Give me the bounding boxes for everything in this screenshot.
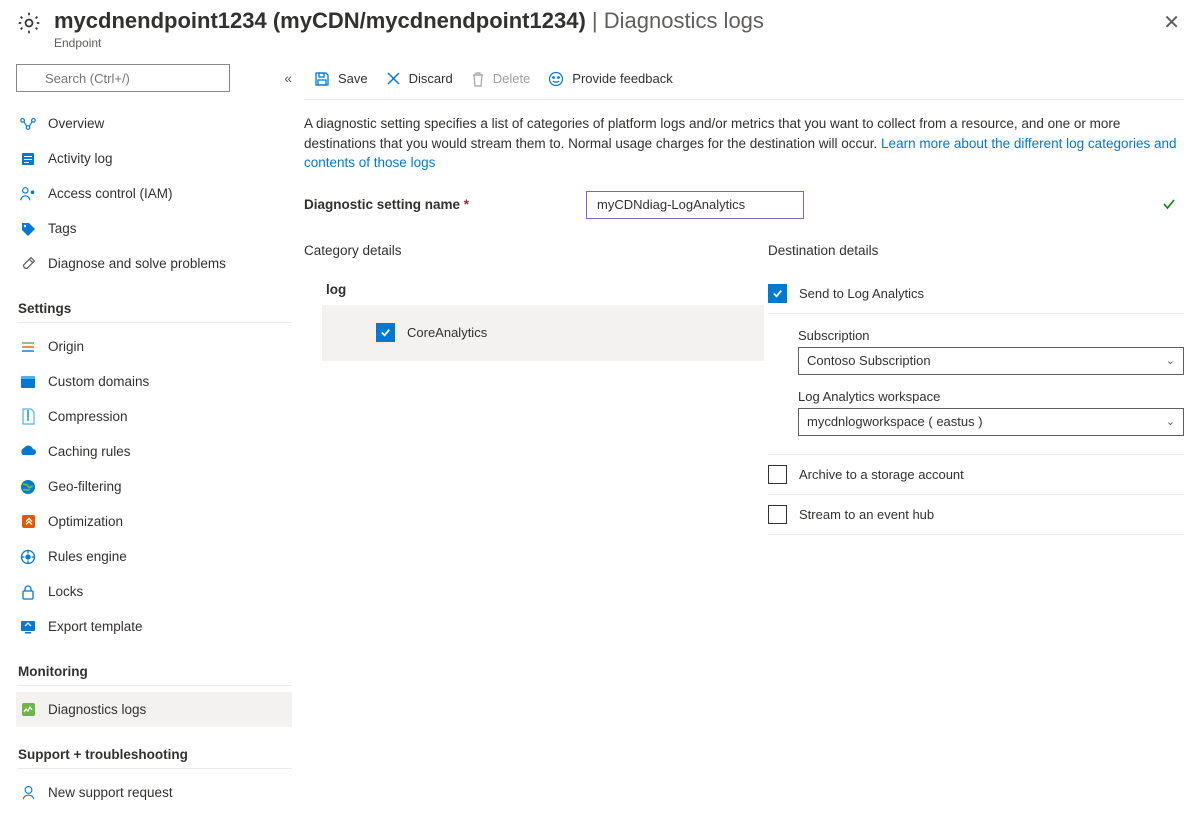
core-analytics-label: CoreAnalytics: [407, 325, 487, 340]
custom-domains-icon: [18, 372, 38, 392]
core-analytics-checkbox[interactable]: [376, 323, 395, 342]
nav-diagnostics-logs[interactable]: Diagnostics logs: [16, 692, 292, 727]
nav-export-template[interactable]: Export template: [16, 609, 292, 644]
send-log-analytics-checkbox[interactable]: [768, 284, 787, 303]
nav-access-control[interactable]: Access control (IAM): [16, 176, 292, 211]
rules-engine-icon: [18, 547, 38, 567]
nav-compression[interactable]: Compression: [16, 399, 292, 434]
feedback-icon: [548, 71, 564, 87]
section-monitoring: Monitoring: [18, 664, 292, 686]
activity-log-icon: [18, 149, 38, 169]
nav-new-support-request[interactable]: New support request: [16, 775, 292, 810]
diagnose-icon: [18, 254, 38, 274]
discard-button[interactable]: Discard: [386, 71, 453, 86]
workspace-select[interactable]: mycdnlogworkspace ( eastus ) ⌄: [798, 408, 1184, 436]
setting-name-input[interactable]: [586, 191, 804, 219]
destination-details-header: Destination details: [768, 243, 1184, 258]
search-input[interactable]: [16, 64, 230, 92]
nav-rules-engine[interactable]: Rules engine: [16, 539, 292, 574]
nav-custom-domains[interactable]: Custom domains: [16, 364, 292, 399]
nav-diagnose-solve[interactable]: Diagnose and solve problems: [16, 246, 292, 281]
nav-locks[interactable]: Locks: [16, 574, 292, 609]
access-control-icon: [18, 184, 38, 204]
archive-storage-checkbox[interactable]: [768, 465, 787, 484]
discard-icon: [386, 71, 401, 86]
send-log-analytics-label: Send to Log Analytics: [799, 286, 924, 301]
subscription-select[interactable]: Contoso Subscription ⌄: [798, 347, 1184, 375]
origin-icon: [18, 337, 38, 357]
delete-icon: [471, 71, 485, 87]
stream-eventhub-row: Stream to an event hub: [768, 495, 1184, 535]
tags-icon: [18, 219, 38, 239]
diagnostics-logs-icon: [18, 700, 38, 720]
setting-name-label: Diagnostic setting name *: [304, 197, 586, 212]
compression-icon: [18, 407, 38, 427]
delete-button: Delete: [471, 71, 531, 87]
caching-rules-icon: [18, 442, 38, 462]
stream-eventhub-checkbox[interactable]: [768, 505, 787, 524]
nav-caching-rules[interactable]: Caching rules: [16, 434, 292, 469]
nav-tags[interactable]: Tags: [16, 211, 292, 246]
feedback-button[interactable]: Provide feedback: [548, 71, 672, 87]
support-icon: [18, 783, 38, 803]
nav-optimization[interactable]: Optimization: [16, 504, 292, 539]
category-details-header: Category details: [304, 243, 764, 258]
valid-check-icon: [1162, 197, 1176, 211]
nav-origin[interactable]: Origin: [16, 329, 292, 364]
page-title: mycdnendpoint1234 (myCDN/mycdnendpoint12…: [54, 8, 1163, 34]
nav-activity-log[interactable]: Activity log: [16, 141, 292, 176]
toolbar: Save Discard Delete: [304, 64, 1184, 100]
page-subtitle: Endpoint: [54, 36, 1163, 50]
overview-icon: [18, 114, 38, 134]
save-icon: [314, 71, 330, 87]
archive-storage-row: Archive to a storage account: [768, 455, 1184, 495]
nav-overview[interactable]: Overview: [16, 106, 292, 141]
stream-eventhub-label: Stream to an event hub: [799, 507, 934, 522]
export-template-icon: [18, 617, 38, 637]
save-button[interactable]: Save: [314, 71, 368, 87]
archive-storage-label: Archive to a storage account: [799, 467, 964, 482]
log-analytics-config: Subscription Contoso Subscription ⌄ Log …: [768, 314, 1184, 455]
chevron-down-icon: ⌄: [1166, 415, 1175, 428]
optimization-icon: [18, 512, 38, 532]
workspace-label: Log Analytics workspace: [798, 389, 1184, 404]
collapse-sidebar-button[interactable]: «: [284, 70, 292, 86]
chevron-down-icon: ⌄: [1166, 354, 1175, 367]
send-log-analytics-row: Send to Log Analytics: [768, 274, 1184, 314]
section-support: Support + troubleshooting: [18, 747, 292, 769]
section-settings: Settings: [18, 301, 292, 323]
gear-icon: [16, 10, 54, 36]
geo-filtering-icon: [18, 477, 38, 497]
description-text: A diagnostic setting specifies a list of…: [304, 114, 1184, 173]
subscription-label: Subscription: [798, 328, 1184, 343]
locks-icon: [18, 582, 38, 602]
close-button[interactable]: ✕: [1163, 6, 1184, 35]
log-header: log: [304, 274, 764, 305]
log-category-row: CoreAnalytics: [322, 305, 764, 361]
nav-geo-filtering[interactable]: Geo-filtering: [16, 469, 292, 504]
